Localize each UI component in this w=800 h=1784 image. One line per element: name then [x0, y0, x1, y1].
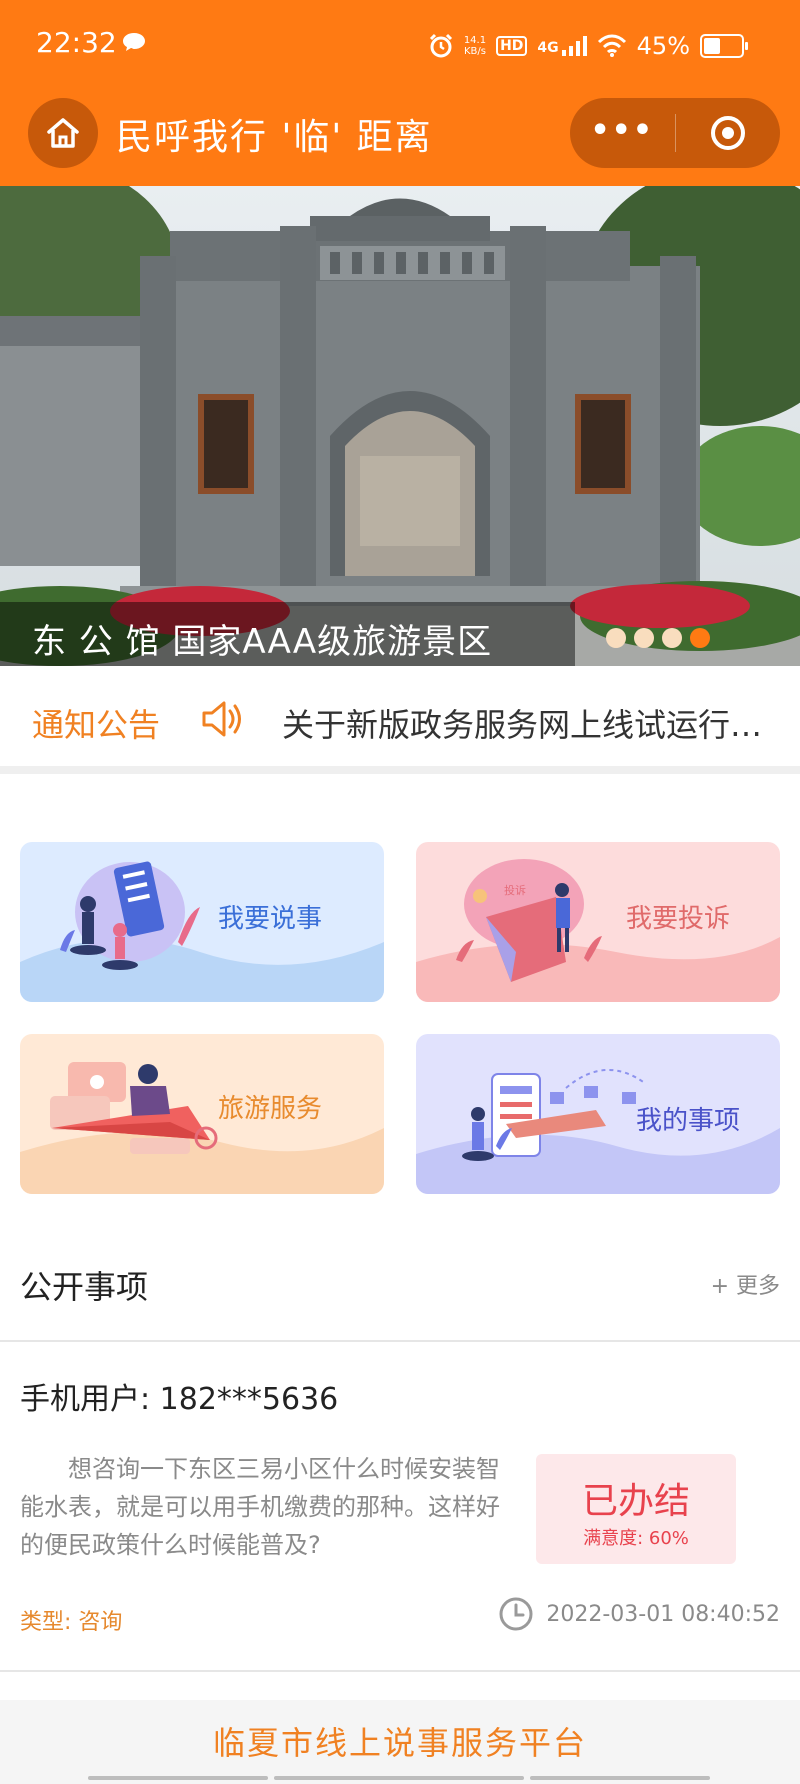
carousel-dot-active[interactable] — [690, 628, 710, 648]
public-items-header: 公开事项 + 更多 — [0, 1236, 800, 1342]
item-user: 手机用户: 182***5636 — [20, 1382, 339, 1417]
carousel-dot[interactable] — [606, 628, 626, 648]
message-icon — [123, 33, 145, 51]
carousel-indicator — [606, 628, 710, 648]
mini-program-capsule: ••• — [570, 98, 780, 168]
footer: 临夏市线上说事服务平台 — [0, 1700, 800, 1784]
travel-card[interactable]: 旅游服务 — [20, 1034, 384, 1194]
signal-icon — [561, 36, 587, 56]
target-circle-icon — [710, 116, 745, 150]
wifi-icon — [597, 34, 626, 57]
speaker-icon — [202, 701, 241, 737]
item-timestamp: 2022-03-01 08:40:52 — [546, 1601, 780, 1627]
carousel-dot[interactable] — [634, 628, 654, 648]
status-icons: 14.1 KB/s HD 4G 45% — [428, 28, 748, 64]
notice-bar[interactable]: 通知公告 关于新版政务服务网上线试运行的公告 — [0, 666, 800, 774]
battery-percent: 45% — [636, 32, 690, 60]
notice-label: 通知公告 — [32, 706, 161, 744]
complain-tag: 投诉 — [504, 884, 526, 897]
my-items-label: 我的事项 — [636, 1106, 741, 1136]
close-button[interactable] — [676, 98, 781, 168]
page-title: 民呼我行 '临' 距离 — [116, 117, 433, 158]
travel-label: 旅游服务 — [218, 1094, 323, 1124]
gesture-handles — [88, 1776, 710, 1780]
home-button[interactable] — [28, 98, 98, 168]
clock-icon — [499, 1597, 533, 1631]
complain-label: 我要投诉 — [626, 904, 731, 934]
home-icon — [47, 118, 79, 148]
banner-caption: 东 公 馆 国家AAA级旅游景区 — [32, 622, 493, 662]
status-badge: 已办结 满意度: 60% — [536, 1454, 736, 1564]
item-type: 类型: 咨询 — [20, 1610, 123, 1635]
more-link[interactable]: + 更多 — [711, 1268, 780, 1300]
list-item[interactable]: 手机用户: 182***5636 想咨询一下东区三易小区什么时候安装智能水表，就… — [0, 1342, 800, 1672]
footer-text: 临夏市线上说事服务平台 — [212, 1724, 587, 1762]
net-speed: 14.1 KB/s — [463, 35, 487, 57]
section-title: 公开事项 — [20, 1268, 149, 1306]
speak-illustration — [20, 861, 384, 1002]
speak-card[interactable]: 我要说事 — [20, 842, 384, 1002]
more-button[interactable]: ••• — [570, 98, 675, 168]
hd-badge: HD — [496, 36, 528, 56]
satisfaction-label: 满意度: 60% — [583, 1528, 689, 1549]
banner-caption-bar: 东 公 馆 国家AAA级旅游景区 — [0, 602, 575, 666]
travel-illustration — [20, 1062, 384, 1194]
banner-carousel[interactable]: 东 公 馆 国家AAA级旅游景区 — [0, 186, 800, 666]
speak-label: 我要说事 — [218, 904, 323, 934]
item-time: 2022-03-01 08:40:52 — [498, 1596, 780, 1632]
app-header: 22:32 14.1 KB/s HD 4G 45% 民呼我行 '临' 距离 ••… — [0, 0, 800, 186]
status-label: 已办结 — [581, 1481, 690, 1522]
my-items-card[interactable]: 我的事项 — [416, 1034, 780, 1194]
complain-card[interactable]: 投诉 我要投诉 — [416, 842, 780, 1002]
banner-image — [0, 186, 800, 666]
alarm-icon — [429, 33, 452, 58]
title-bar: 民呼我行 '临' 距离 ••• — [0, 92, 800, 186]
carousel-dot[interactable] — [662, 628, 682, 648]
notice-text: 关于新版政务服务网上线试运行的公告 — [282, 706, 782, 744]
status-time: 22:32 — [36, 26, 117, 59]
item-content: 想咨询一下东区三易小区什么时候安装智能水表，就是可以用手机缴费的那种。这样好的便… — [20, 1455, 500, 1559]
battery-icon — [700, 34, 748, 58]
more-dots-icon: ••• — [590, 112, 655, 148]
status-bar: 22:32 14.1 KB/s HD 4G 45% — [0, 0, 800, 92]
signal-4g: 4G — [537, 36, 587, 56]
